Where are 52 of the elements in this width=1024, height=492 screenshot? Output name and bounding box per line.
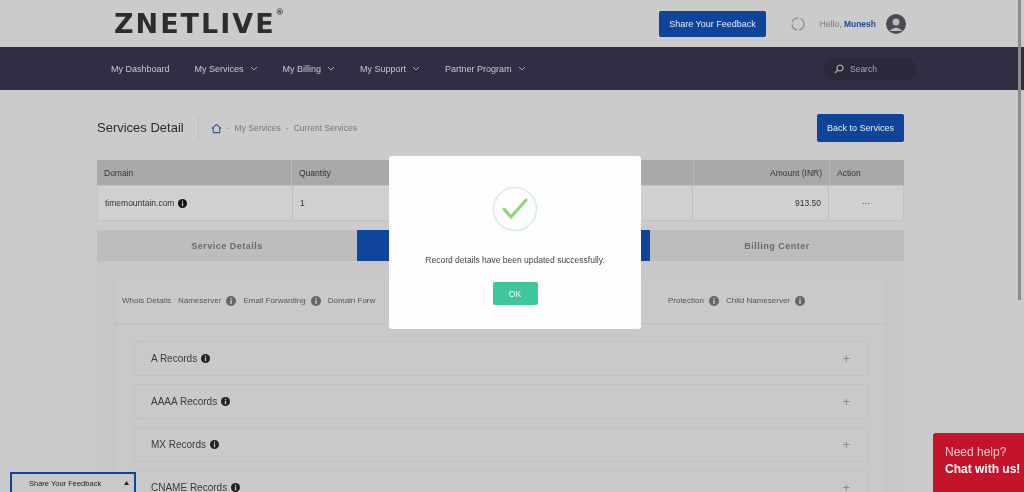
subtab[interactable]: Email Forwarding: [243, 295, 321, 306]
info-icon[interactable]: [221, 397, 231, 406]
nav-item[interactable]: My Billing: [282, 63, 336, 74]
column-header: Action: [837, 167, 861, 178]
record-title: AAAA Records: [151, 396, 218, 407]
share-feedback-button[interactable]: Share Your Feedback: [659, 10, 766, 37]
breadcrumb-separator: -: [226, 123, 230, 133]
info-icon[interactable]: [201, 354, 211, 363]
subtab[interactable]: Protection: [667, 295, 719, 306]
chat-link: Chat with us!: [945, 462, 1022, 476]
record-row[interactable]: A Records +: [134, 341, 869, 376]
record-title: CNAME Records: [151, 482, 228, 492]
breadcrumb-item[interactable]: My Services: [234, 123, 281, 133]
checkmark-icon: [492, 186, 538, 232]
column-header: Quantity: [299, 167, 331, 178]
info-icon[interactable]: [178, 198, 188, 208]
table-cell: 913.50: [795, 198, 821, 208]
back-to-services-button[interactable]: Back to Services: [816, 114, 904, 142]
search-field[interactable]: Search: [824, 57, 916, 80]
table-cell: timemountain.com: [105, 198, 175, 208]
dialog-message: Record details have been updated successfully.: [425, 255, 605, 265]
logo[interactable]: ZNETLIVE$^{®}$: [114, 8, 286, 39]
record-row[interactable]: MX Records +: [134, 427, 869, 462]
greeting-text: Hello, Munesh: [819, 18, 876, 29]
breadcrumb-separator: -: [285, 123, 289, 133]
table-cell: 1: [300, 198, 305, 208]
record-row[interactable]: AAAA Records +: [134, 384, 869, 419]
nav-item[interactable]: My Services: [194, 63, 258, 74]
avatar-icon[interactable]: [886, 13, 906, 34]
nav-item[interactable]: Partner Program: [445, 63, 526, 74]
record-title: MX Records: [151, 439, 206, 450]
nav-item[interactable]: My Dashboard: [111, 63, 170, 74]
breadcrumb-item[interactable]: Current Services: [293, 123, 357, 133]
nav-item[interactable]: My Support: [360, 63, 421, 74]
info-icon[interactable]: [231, 483, 241, 492]
subtab[interactable]: Nameserver: [177, 295, 237, 306]
subtab[interactable]: Child Nameserver: [725, 295, 805, 306]
record-row[interactable]: CNAME Records +: [134, 470, 869, 492]
caret-icon: [124, 481, 129, 485]
chat-prompt: Need help?: [945, 445, 1008, 459]
chat-widget[interactable]: Need help? Chat with us!: [933, 433, 1024, 492]
column-header: Amount (INR): [770, 167, 822, 178]
subtab[interactable]: Whois Details: [122, 295, 171, 306]
tab[interactable]: Service Details: [97, 230, 357, 261]
column-header: Domain: [104, 167, 134, 178]
page-title: Services Detail: [97, 115, 199, 141]
home-icon[interactable]: [210, 122, 222, 134]
tab[interactable]: Billing Center: [650, 230, 904, 261]
info-icon[interactable]: [210, 440, 219, 449]
record-title: A Records: [151, 353, 198, 364]
table-cell: ···: [861, 198, 871, 208]
subtab[interactable]: Domain Forw: [327, 295, 376, 306]
